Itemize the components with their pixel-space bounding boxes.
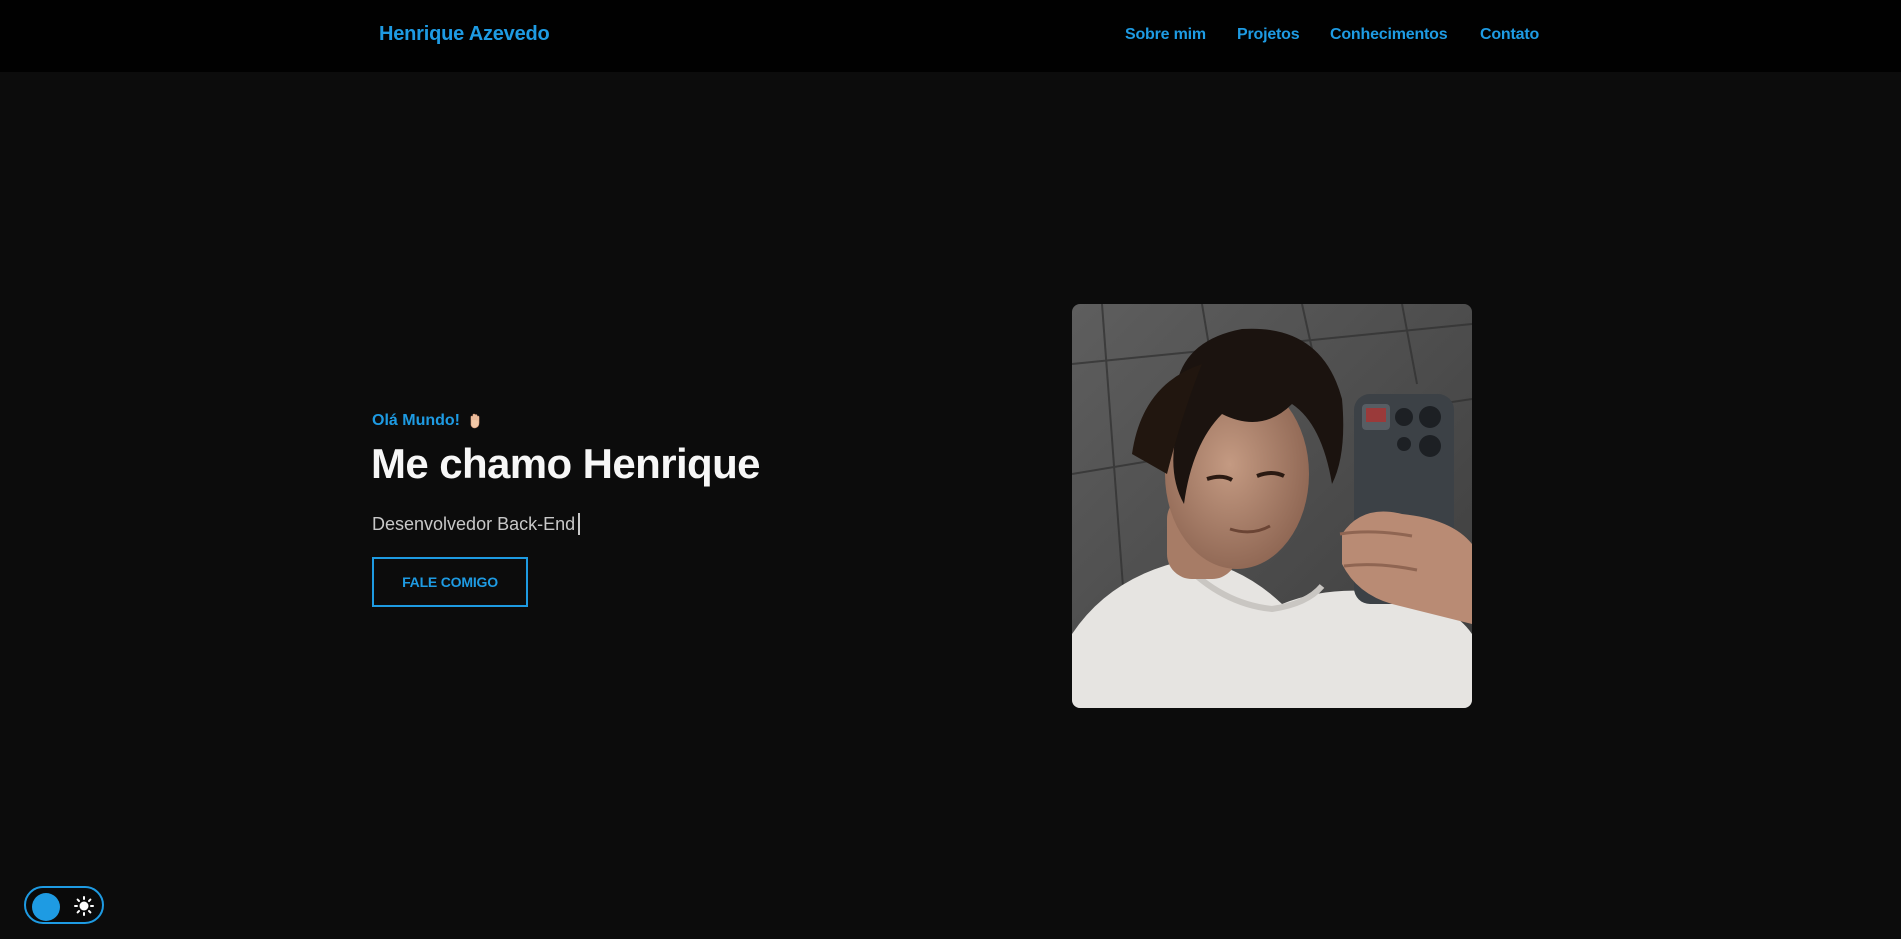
typing-caret: [578, 513, 581, 535]
nav-link-contato[interactable]: Contato: [1480, 26, 1539, 44]
waving-hand-icon: [468, 413, 482, 429]
sun-icon: [74, 896, 94, 916]
greeting-text: Olá Mundo!: [372, 412, 460, 429]
nav-link-projetos[interactable]: Projetos: [1237, 26, 1300, 44]
profile-photo: [1072, 304, 1472, 708]
profile-photo-illustration: [1072, 304, 1472, 708]
nav-link-conhecimentos[interactable]: Conhecimentos: [1330, 26, 1448, 44]
hero-role: Desenvolvedor Back-End: [372, 513, 581, 535]
role-text: Desenvolvedor Back-End: [372, 513, 576, 534]
brand-link[interactable]: Henrique Azevedo: [379, 23, 550, 46]
toggle-knob: [32, 893, 60, 921]
nav-link-sobre-mim[interactable]: Sobre mim: [1125, 26, 1206, 44]
hero-greeting: Olá Mundo!: [372, 412, 482, 430]
navbar: Henrique Azevedo Sobre mim Projetos Conh…: [0, 0, 1901, 72]
contact-me-button[interactable]: FALE COMIGO: [372, 557, 528, 607]
hero-title: Me chamo Henrique: [371, 440, 760, 487]
theme-toggle[interactable]: [24, 886, 104, 924]
